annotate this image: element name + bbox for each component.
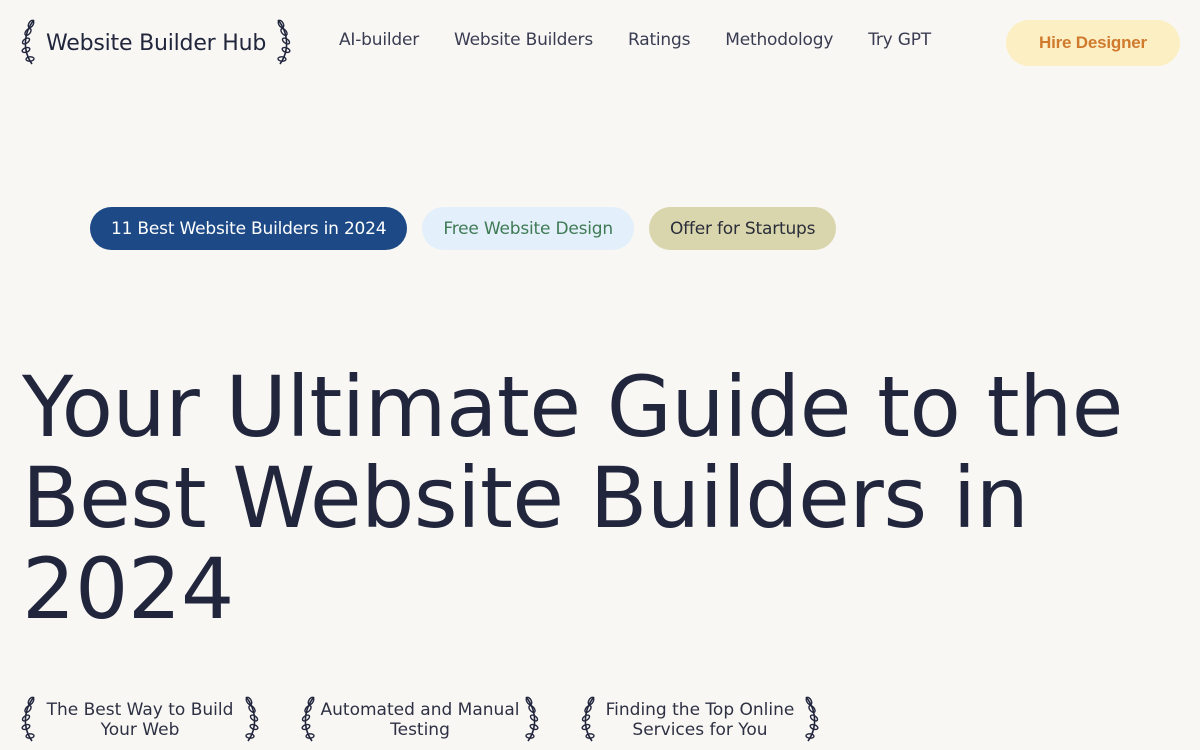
- logo-text: Website Builder Hub: [46, 30, 267, 56]
- nav-ai-builder[interactable]: AI-builder: [339, 30, 419, 50]
- category-pills: 11 Best Website Builders in 2024 Free We…: [90, 207, 837, 250]
- badge-text: Finding the Top Online Services for You: [605, 700, 795, 740]
- laurel-right-icon: [244, 695, 260, 742]
- main-nav: AI-builder Website Builders Ratings Meth…: [339, 30, 931, 50]
- pill-startups[interactable]: Offer for Startups: [648, 207, 837, 250]
- hero-title: Your Ultimate Guide to the Best Website …: [22, 358, 1123, 638]
- laurel-right-icon: [276, 18, 292, 65]
- site-header: Website Builder Hub AI-builder Website B…: [0, 0, 1200, 86]
- badge-text: Automated and Manual Testing: [320, 700, 520, 740]
- nav-try-gpt[interactable]: Try GPT: [868, 30, 931, 50]
- laurel-right-icon: [524, 695, 540, 742]
- nav-website-builders[interactable]: Website Builders: [454, 30, 593, 50]
- laurel-right-icon: [804, 695, 820, 742]
- laurel-left-icon: [20, 18, 36, 65]
- nav-ratings[interactable]: Ratings: [628, 30, 690, 50]
- laurel-left-icon: [580, 695, 596, 742]
- feature-badges: The Best Way to Build Your Web Automated…: [20, 690, 820, 750]
- laurel-left-icon: [20, 695, 36, 742]
- badge-best-way: The Best Way to Build Your Web: [20, 690, 260, 750]
- laurel-left-icon: [300, 695, 316, 742]
- nav-methodology[interactable]: Methodology: [725, 30, 833, 50]
- badge-testing: Automated and Manual Testing: [300, 690, 540, 750]
- logo[interactable]: Website Builder Hub: [20, 18, 292, 68]
- pill-free-design[interactable]: Free Website Design: [422, 207, 634, 250]
- pill-best-builders[interactable]: 11 Best Website Builders in 2024: [90, 207, 408, 250]
- badge-text: The Best Way to Build Your Web: [46, 700, 234, 740]
- badge-services: Finding the Top Online Services for You: [580, 690, 820, 750]
- hire-designer-button[interactable]: Hire Designer: [1006, 20, 1180, 66]
